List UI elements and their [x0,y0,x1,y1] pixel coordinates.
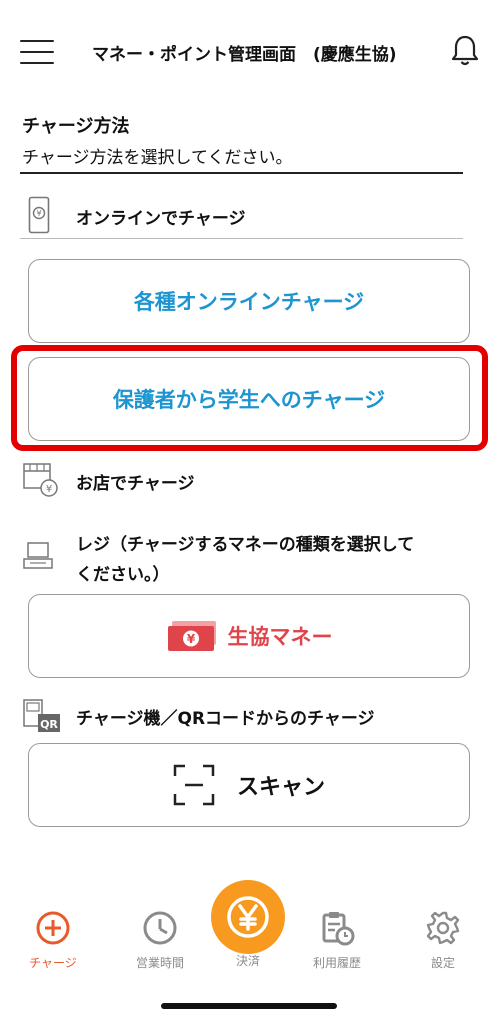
phone-yen-icon: ¥ [28,196,50,234]
plus-circle-icon [36,911,70,945]
register-label-line2: ください。） [76,565,170,585]
charge-method-subtitle: チャージ方法を選択してください。 [22,148,293,168]
machine-qr-label: チャージ機／QRコードからのチャージ [76,709,375,729]
svg-text:¥: ¥ [186,632,195,646]
svg-text:¥: ¥ [36,209,41,218]
tab-history-label: 利用履歴 [312,956,361,970]
clipboard-history-icon [322,912,355,946]
yen-circle-icon [227,896,269,938]
app-header: マネー・ポイント管理画面 (慶應生協) [0,0,497,100]
tab-history[interactable]: 利用履歴 [292,910,382,971]
coop-money-button[interactable]: ¥ 生協マネー [28,594,470,678]
tab-pay-label: 決済 [235,954,260,968]
divider [20,172,463,174]
store-charge-label: お店でチャージ [76,474,195,494]
page-title: マネー・ポイント管理画面 (慶應生協) [92,45,397,65]
charge-machine-qr-icon: QR [23,699,60,732]
tab-charge[interactable]: チャージ [8,910,98,971]
tab-hours-label: 営業時間 [135,956,184,970]
scan-button[interactable]: スキャン [28,743,470,827]
tab-settings-label: 設定 [430,956,455,970]
coop-money-label: 生協マネー [227,625,333,649]
svg-text:¥: ¥ [46,484,52,495]
pay-button[interactable] [211,880,285,954]
store-yen-icon: ¥ [23,463,58,497]
divider [20,238,463,239]
bell-icon[interactable] [450,34,480,68]
tab-hours[interactable]: 営業時間 [115,910,205,971]
scan-label: スキャン [236,775,325,800]
qr-badge: QR [40,718,58,731]
register-label-line1: レジ（チャージするマネーの種類を選択して [76,535,415,555]
bottom-tab-bar: チャージ 営業時間 決済 利用履歴 設定 [0,880,497,990]
guardian-to-student-charge-button[interactable]: 保護者から学生へのチャージ [28,357,470,441]
gear-icon [426,911,460,945]
scan-frame-icon [173,764,215,806]
home-indicator[interactable] [161,1003,337,1009]
register-icon [23,542,53,569]
hamburger-menu-icon[interactable] [20,38,54,66]
various-online-charge-button[interactable]: 各種オンラインチャージ [28,259,470,343]
tab-charge-label: チャージ [29,956,77,970]
charge-method-heading: チャージ方法 [22,116,130,137]
tab-settings[interactable]: 設定 [398,910,488,971]
money-stack-icon: ¥ [167,621,216,651]
online-charge-label: オンラインでチャージ [76,209,246,229]
clock-icon [143,911,177,945]
